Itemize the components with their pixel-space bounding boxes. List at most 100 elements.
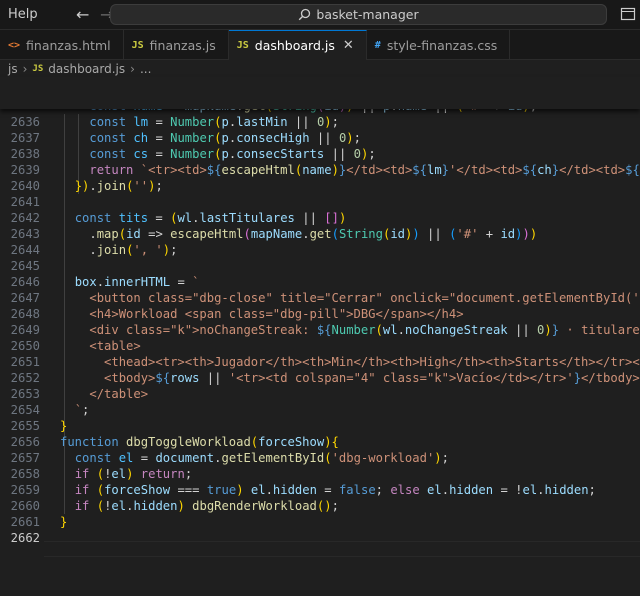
code-line: 2662: [0, 530, 640, 546]
chevron-right-icon: ›: [130, 62, 135, 76]
code-text: if (forceShow === true) el.hidden = fals…: [74, 483, 596, 497]
code-line: 2643 .map(id => escapeHtml(mapName.get(S…: [0, 226, 640, 242]
breadcrumb-symbols[interactable]: ...: [140, 62, 151, 76]
command-center-search[interactable]: basket-manager: [110, 4, 607, 25]
code-editor[interactable]: 2620 function dbgRenderWorkload(){ 2634 …: [0, 77, 640, 596]
workspace-name: basket-manager: [316, 7, 419, 22]
code-text: const ch = Number(p.consecHigh || 0);: [89, 131, 361, 145]
code-text: if (!el.hidden) dbgRenderWorkload();: [74, 499, 339, 513]
line-number: 2658: [10, 467, 40, 481]
code-text: <thead><tr><th>Jugador</th><th>Min</th><…: [104, 355, 640, 369]
code-text: }: [60, 419, 68, 433]
layout-icon[interactable]: [620, 6, 636, 26]
back-arrow-icon[interactable]: ←: [72, 5, 94, 24]
code-line: 2620 function dbgRenderWorkload(){: [0, 77, 640, 93]
code-line: 2654 `;: [0, 402, 640, 418]
code-text: const cs = Number(p.consecStarts || 0);: [89, 147, 376, 161]
code-line: 2647 <button class="dbg-close" title="Ce…: [0, 290, 640, 306]
code-text: </table>: [89, 387, 149, 401]
code-text: const el = document.getElementById('dbg-…: [74, 451, 449, 465]
code-line: 2640 }).join('');: [0, 178, 640, 194]
js-file-icon: JS: [236, 40, 249, 51]
code-text: `;: [74, 403, 90, 417]
search-icon: [299, 8, 311, 21]
code-text: if (!el) return;: [74, 467, 193, 481]
code-text: return `<tr><td>${escapeHtml(name)}</td>…: [89, 163, 640, 177]
code-text: <h4>Workload <span class="dbg-pill">DBG<…: [89, 307, 464, 321]
code-text: <tbody>${rows || '<tr><td colspan="4" cl…: [104, 371, 640, 385]
line-number: 2652: [10, 371, 40, 385]
breadcrumb-folder[interactable]: js: [8, 62, 18, 76]
line-number: 2648: [10, 307, 40, 321]
line-number: 2653: [10, 387, 40, 401]
line-number: 2650: [10, 339, 40, 353]
code-line: 2634 const rows = Object.entries(wl.play…: [0, 93, 640, 109]
code-line: 2649 <div class="k">noChangeStreak: ${Nu…: [0, 322, 640, 338]
code-line: 2648 <h4>Workload <span class="dbg-pill"…: [0, 306, 640, 322]
tab-dashboard-js[interactable]: JS dashboard.js ✕: [228, 30, 367, 60]
code-text: <button class="dbg-close" title="Cerrar"…: [89, 291, 640, 305]
code-line: 2645: [0, 258, 640, 274]
line-number: 2662: [10, 531, 40, 545]
chevron-right-icon: ›: [22, 62, 28, 76]
close-icon[interactable]: ✕: [343, 38, 354, 53]
line-number: 2651: [10, 355, 40, 369]
code-text: const tits = (wl.lastTitulares || []): [74, 211, 347, 225]
code-line: 2653 </table>: [0, 386, 640, 402]
code-line: 2638 const cs = Number(p.consecStarts ||…: [0, 146, 640, 162]
code-line: 2636 const lm = Number(p.lastMin || 0);: [0, 114, 640, 130]
menu-help[interactable]: Help: [8, 7, 38, 22]
code-text: <div class="k">noChangeStreak: ${Number(…: [89, 323, 640, 337]
line-number: 2649: [10, 323, 40, 337]
line-number: 2640: [10, 179, 40, 193]
line-number: 2661: [10, 515, 40, 529]
code-line: 2660 if (!el.hidden) dbgRenderWorkload()…: [0, 498, 640, 514]
css-file-icon: #: [374, 39, 381, 51]
code-line: 2655}: [0, 418, 640, 434]
code-line: 2659 if (forceShow === true) el.hidden =…: [0, 482, 640, 498]
tab-finanzas-js[interactable]: JS finanzas.js: [124, 30, 229, 60]
code-text: box.innerHTML = `: [74, 275, 200, 289]
line-number: 2656: [10, 435, 40, 449]
code-line: 2641: [0, 194, 640, 210]
line-number: 2644: [10, 243, 40, 257]
line-number: 2642: [10, 211, 40, 225]
code-text: .join(', ');: [89, 243, 178, 257]
code-line: 2639 return `<tr><td>${escapeHtml(name)}…: [0, 162, 640, 178]
code-line: 2661}: [0, 514, 640, 530]
line-number: 2659: [10, 483, 40, 497]
code-line: 2644 .join(', ');: [0, 242, 640, 258]
sticky-scroll-header[interactable]: 2620 function dbgRenderWorkload(){ 2634 …: [0, 77, 640, 109]
breadcrumb-file[interactable]: dashboard.js: [48, 62, 125, 76]
line-number: 2660: [10, 499, 40, 513]
line-number: 2638: [10, 147, 40, 161]
code-line: 2650 <table>: [0, 338, 640, 354]
line-number: 2654: [10, 403, 40, 417]
code-line: 2651 <thead><tr><th>Jugador</th><th>Min<…: [0, 354, 640, 370]
line-number: 2637: [10, 131, 40, 145]
js-file-icon: JS: [32, 64, 44, 74]
line-number: 2655: [10, 419, 40, 433]
code-line: 2658 if (!el) return;: [0, 466, 640, 482]
tab-label: style-finanzas.css: [386, 37, 498, 53]
code-line: 2646 box.innerHTML = `: [0, 274, 640, 290]
breadcrumb: js › JS dashboard.js › ...: [0, 60, 640, 78]
tab-label: finanzas.html: [26, 37, 111, 53]
line-number: 2657: [10, 451, 40, 465]
line-number: 2647: [10, 291, 40, 305]
code-line: 2656 function dbgToggleWorkload(forceShow…: [0, 434, 640, 450]
code-text: }: [60, 515, 68, 529]
title-bar: Help ← → basket-manager: [0, 0, 640, 30]
code-line: 2652 <tbody>${rows || '<tr><td colspan="…: [0, 370, 640, 386]
code-line: 2637 const ch = Number(p.consecHigh || 0…: [0, 130, 640, 146]
code-text: <table>: [89, 339, 141, 353]
tab-style-finanzas-css[interactable]: # style-finanzas.css: [367, 30, 511, 60]
code-text: function dbgToggleWorkload(forceShow){: [60, 435, 339, 449]
line-number: 2643: [10, 227, 40, 241]
editor-tabs: <> finanzas.html JS finanzas.js JS dashb…: [0, 30, 640, 60]
tab-label: finanzas.js: [149, 37, 216, 53]
tab-finanzas-html[interactable]: <> finanzas.html: [0, 30, 124, 60]
html-file-icon: <>: [8, 39, 21, 51]
line-number: 2639: [10, 163, 40, 177]
line-number: 2646: [10, 275, 40, 289]
